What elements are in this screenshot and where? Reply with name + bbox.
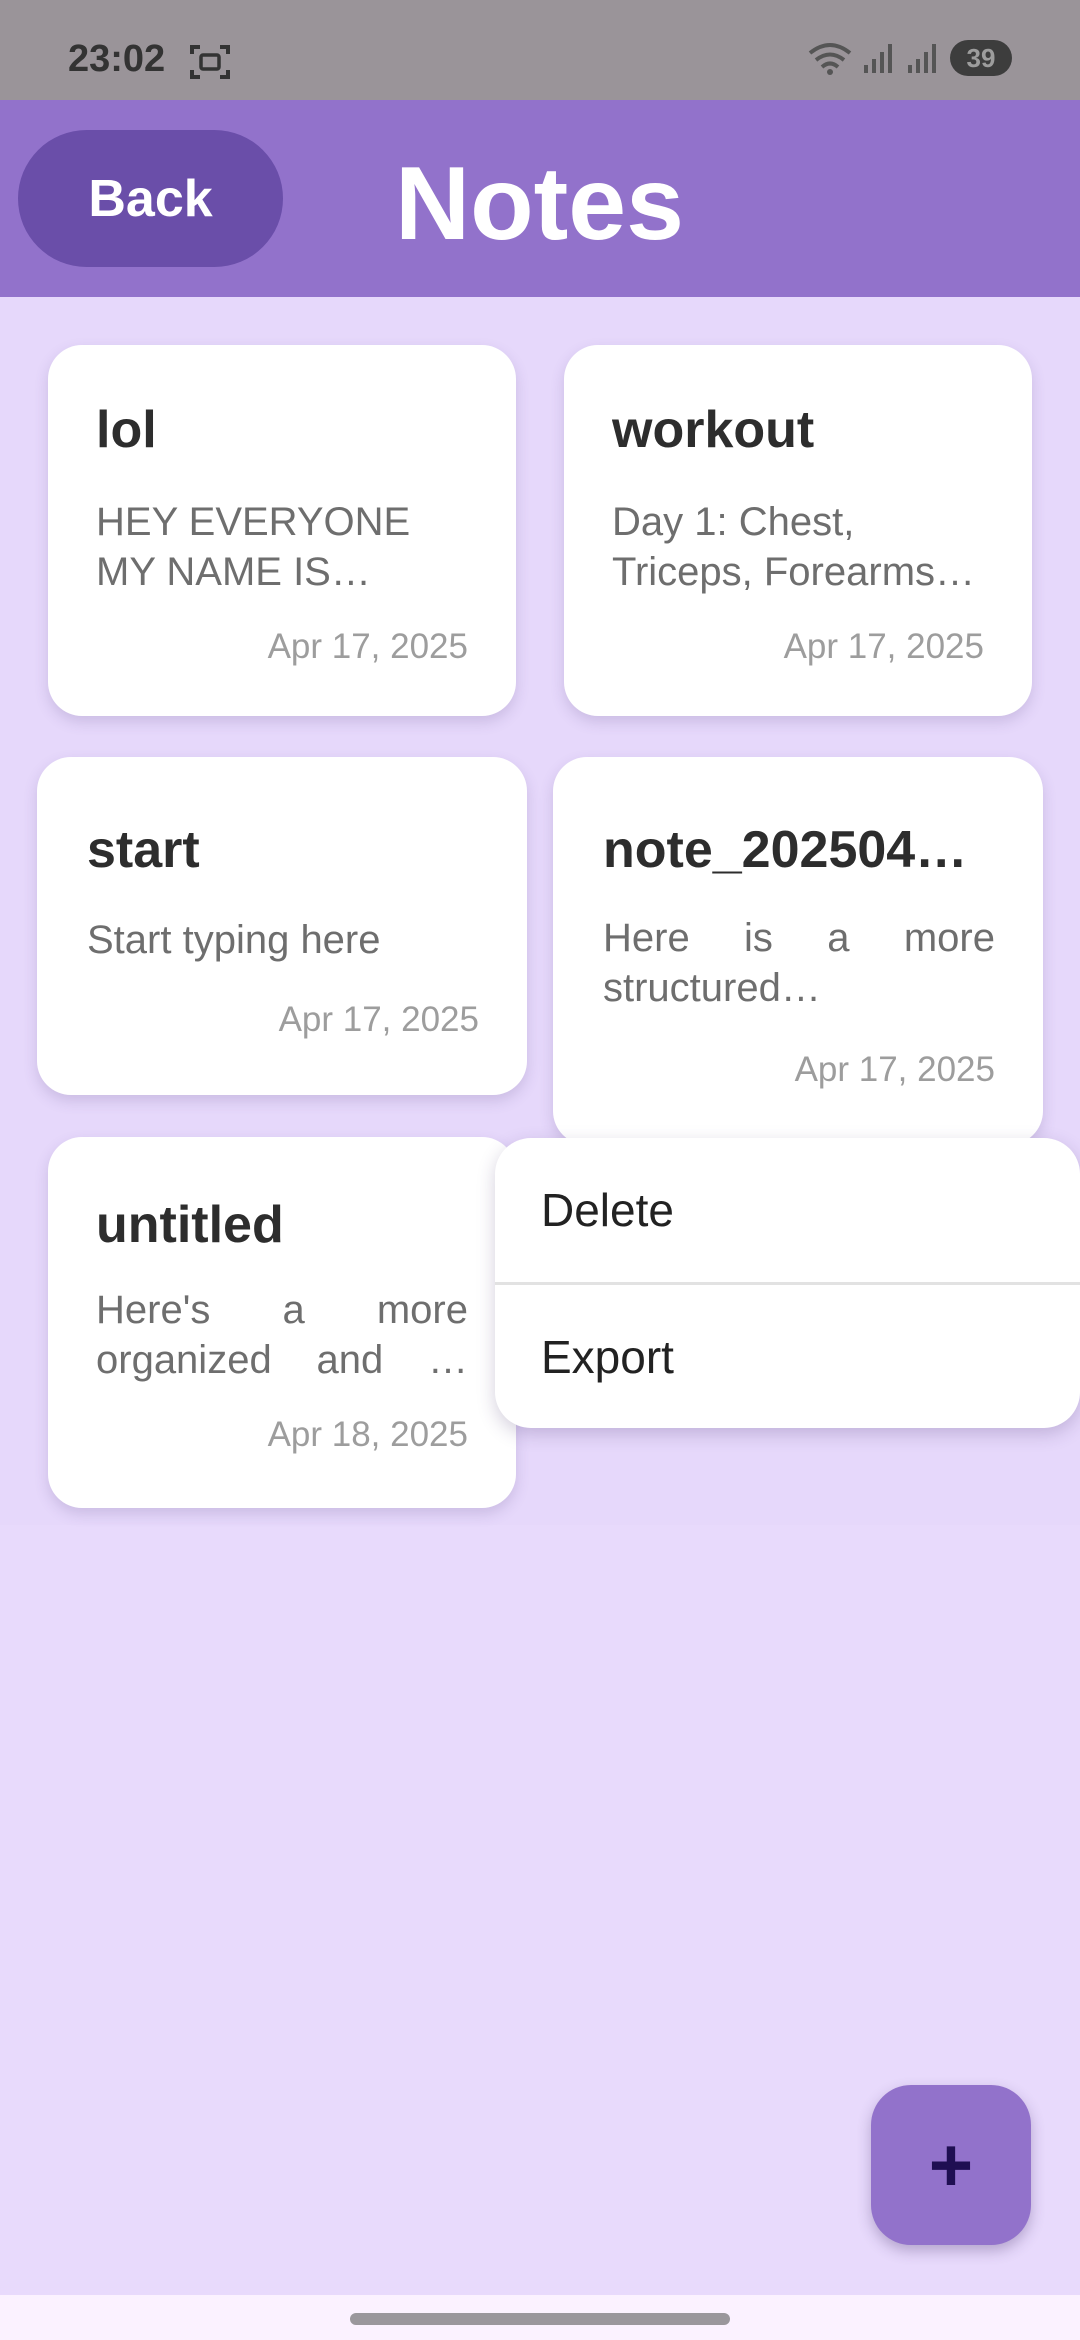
note-title: workout — [612, 401, 815, 459]
delete-menu-item[interactable]: Delete — [495, 1138, 1080, 1282]
status-bar: 23:02 39 — [0, 0, 1080, 100]
note-preview: HEY EVERYONE MY NAME IS SAMYAK… — [96, 500, 411, 594]
home-indicator[interactable] — [350, 2313, 730, 2325]
screenshot-icon — [190, 44, 230, 80]
note-title: note_202504… — [603, 821, 968, 879]
note-preview: Here is a more structured… — [603, 916, 995, 1010]
note-preview: Start typing here — [87, 918, 381, 962]
note-date: Apr 17, 2025 — [783, 627, 984, 666]
note-date: Apr 17, 2025 — [794, 1050, 995, 1089]
add-note-button[interactable]: + — [871, 2085, 1031, 2245]
context-menu: Delete Export — [495, 1138, 1080, 1428]
wifi-icon — [808, 41, 852, 75]
note-preview: Day 1: Chest, Triceps, Forearms… — [612, 500, 976, 594]
note-title: lol — [96, 401, 157, 459]
note-date: Apr 17, 2025 — [278, 1000, 479, 1039]
app-bar: Back Notes — [0, 100, 1080, 297]
status-time: 23:02 — [68, 38, 166, 80]
note-date: Apr 18, 2025 — [267, 1415, 468, 1454]
note-preview: Here's a more organized and … — [96, 1288, 468, 1382]
note-card[interactable]: workout Day 1: Chest, Triceps, Forearms…… — [564, 345, 1032, 716]
note-title: start — [87, 821, 200, 879]
back-button[interactable]: Back — [18, 130, 283, 267]
note-card[interactable]: untitled Here's a more organized and … A… — [48, 1137, 516, 1508]
note-date: Apr 17, 2025 — [267, 627, 468, 666]
signal-icon — [862, 41, 896, 75]
note-card[interactable]: note_202504… Here is a more structured… … — [553, 757, 1043, 1145]
note-title: untitled — [96, 1196, 284, 1254]
status-icons: 39 — [808, 40, 1012, 76]
signal-icon — [906, 41, 940, 75]
page-title: Notes — [395, 146, 684, 262]
export-menu-item[interactable]: Export — [495, 1285, 1080, 1428]
battery-indicator: 39 — [950, 40, 1012, 76]
note-card[interactable]: lol HEY EVERYONE MY NAME IS SAMYAK… Apr … — [48, 345, 516, 716]
note-card[interactable]: start Start typing here Apr 17, 2025 — [37, 757, 527, 1095]
